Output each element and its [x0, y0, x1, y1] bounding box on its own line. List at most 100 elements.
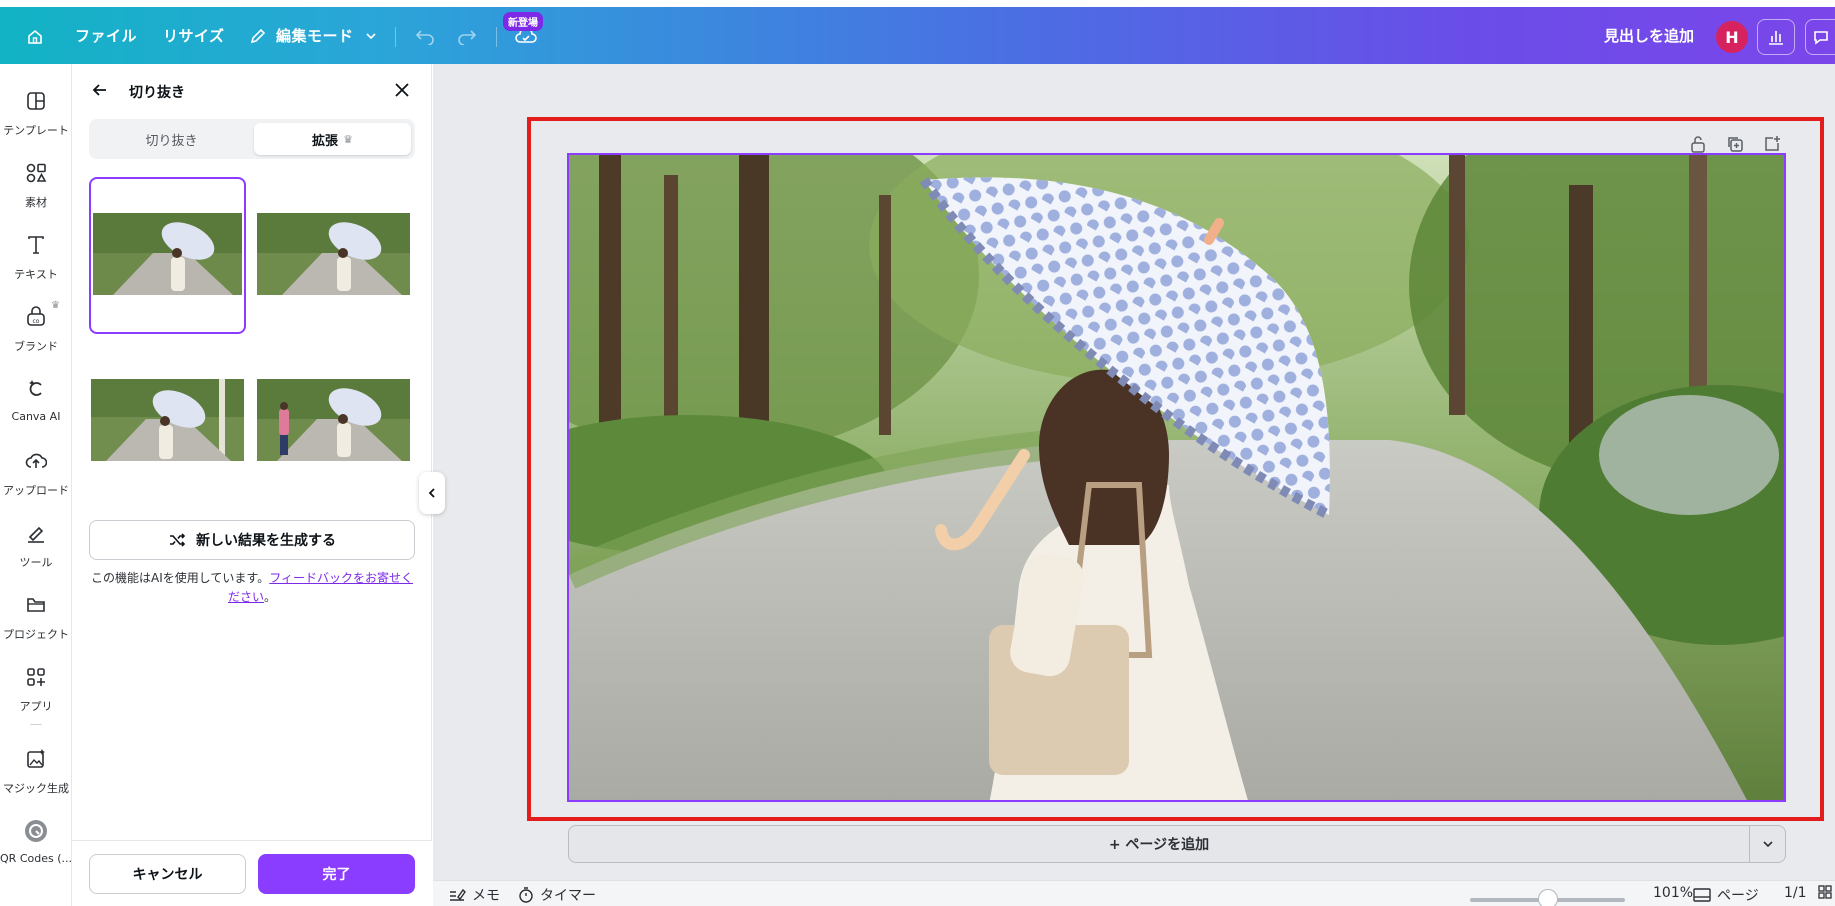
notes-icon — [450, 888, 466, 901]
zoom-slider-knob[interactable] — [1537, 889, 1558, 906]
chevron-down-icon — [1762, 841, 1773, 848]
crop-mode-tabs: 切り抜き 拡張 ♛ — [89, 119, 415, 159]
rail-item-qr-codes[interactable]: QR Codes (... — [0, 816, 72, 886]
panel-footer: キャンセル 完了 — [72, 840, 432, 906]
page-count: 1/1 — [1784, 885, 1807, 901]
top-bar: ファイル リサイズ 編集モード 新登場 見出しを追加 H — [0, 7, 1835, 64]
design-photo[interactable] — [567, 153, 1786, 802]
ai-notice-end: 。 — [264, 590, 277, 604]
photo-woman-with-umbrella — [569, 155, 1784, 800]
ai-notice-text: この機能はAIを使用しています。 — [91, 571, 270, 585]
rail-item-projects[interactable]: プロジェクト — [0, 590, 72, 660]
bar-chart-icon — [1769, 31, 1783, 45]
redo-button[interactable] — [454, 7, 480, 64]
rail-item-canva-ai[interactable]: Canva AI — [0, 374, 72, 444]
panel-title: 切り抜き — [129, 85, 185, 101]
home-button[interactable] — [22, 24, 48, 50]
timer-button[interactable]: タイマー — [518, 885, 596, 905]
timer-label: タイマー — [540, 888, 596, 904]
rail-label: アップロード — [3, 484, 69, 497]
duplicate-page-button[interactable] — [1724, 133, 1746, 155]
result-thumbnail-4[interactable] — [255, 343, 412, 500]
generate-new-results-button[interactable]: 新しい結果を生成する — [89, 520, 415, 560]
rail-label: 素材 — [25, 196, 47, 209]
add-heading-button[interactable]: 見出しを追加 — [1604, 7, 1694, 64]
elements-icon — [23, 160, 49, 186]
rail-label: テキスト — [14, 268, 58, 281]
zoom-readout[interactable]: 101% — [1653, 885, 1693, 901]
ai-notice: この機能はAIを使用しています。フィードバックをお寄せください。 — [89, 569, 415, 607]
rail-item-elements[interactable]: 素材 — [0, 158, 72, 228]
avatar[interactable]: H — [1716, 21, 1748, 53]
brand-icon: co — [23, 304, 49, 330]
generate-label: 新しい結果を生成する — [196, 533, 336, 549]
insights-button[interactable] — [1757, 19, 1795, 55]
notes-button[interactable]: メモ — [448, 885, 500, 905]
svg-text:co: co — [33, 318, 40, 325]
rail-label: マジック生成 — [3, 782, 69, 795]
duplicate-icon — [1728, 137, 1743, 152]
rail-item-magic-generate[interactable]: マジック生成 — [0, 744, 72, 814]
add-page-button[interactable]: + ページを追加 — [568, 825, 1750, 863]
result-thumbnail-1[interactable] — [89, 177, 246, 334]
result-thumbnail-3[interactable] — [89, 343, 246, 500]
menu-file[interactable]: ファイル — [75, 7, 137, 64]
rail-label: QR Codes (... — [0, 852, 72, 865]
collapse-panel-button[interactable] — [419, 472, 445, 514]
result-thumbnail-2[interactable] — [255, 177, 412, 334]
back-button[interactable] — [88, 78, 112, 102]
rail-item-tools[interactable]: ツール — [0, 518, 72, 588]
toolbar-divider — [496, 27, 497, 47]
rail-label: Canva AI — [11, 410, 61, 423]
qr-codes-icon — [23, 818, 49, 844]
pages-button[interactable]: ページ — [1693, 885, 1759, 905]
add-page-dropdown[interactable] — [1750, 825, 1786, 863]
chevron-left-icon — [428, 488, 435, 498]
edit-mode-label: 編集モード — [276, 27, 354, 45]
rail-label: ブランド — [14, 340, 58, 353]
bottom-bar: メモ タイマー 101% ページ 1/1 — [433, 880, 1835, 906]
redo-icon — [458, 29, 477, 45]
add-page-button-top[interactable] — [1761, 133, 1783, 155]
edit-mode-dropdown[interactable]: 編集モード — [248, 7, 378, 64]
rail-item-upload[interactable]: アップロード — [0, 446, 72, 516]
done-button[interactable]: 完了 — [258, 854, 415, 894]
result-image — [257, 379, 410, 461]
rail-item-text[interactable]: テキスト — [0, 230, 72, 300]
tools-icon — [23, 520, 49, 546]
comment-button[interactable] — [1805, 19, 1835, 55]
shuffle-icon — [170, 533, 186, 547]
tab-crop[interactable]: 切り抜き — [93, 123, 250, 155]
comment-icon — [1813, 31, 1828, 45]
undo-button[interactable] — [412, 7, 438, 64]
result-image — [93, 213, 242, 295]
result-image — [257, 213, 410, 295]
close-button[interactable] — [390, 78, 414, 102]
rail-label: アプリ — [19, 700, 53, 713]
crop-panel: 切り抜き 切り抜き 拡張 ♛ 新しい結果を生成する この機能はAIを使用していま… — [72, 64, 432, 906]
projects-icon — [23, 592, 49, 618]
magic-generate-icon — [23, 746, 49, 772]
result-image — [91, 379, 244, 461]
rail-divider — [30, 724, 42, 725]
cancel-button[interactable]: キャンセル — [89, 854, 246, 894]
menu-resize[interactable]: リサイズ — [163, 7, 225, 64]
rail-item-apps[interactable]: アプリ — [0, 662, 72, 732]
lock-page-button[interactable] — [1687, 133, 1709, 155]
rail-item-brand[interactable]: ♛ co ブランド — [0, 300, 72, 372]
close-icon — [395, 83, 409, 97]
crown-icon: ♛ — [343, 132, 353, 146]
canva-ai-icon — [23, 376, 49, 402]
arrow-left-icon — [92, 84, 106, 96]
pencil-icon — [250, 28, 266, 43]
add-page-icon — [1765, 136, 1780, 151]
left-rail: テンプレート 素材 テキスト ♛ co ブランド Canva AI アップロード… — [0, 64, 72, 906]
home-icon — [28, 29, 42, 44]
rail-item-template[interactable]: テンプレート — [0, 86, 72, 156]
tab-expand[interactable]: 拡張 ♛ — [254, 123, 411, 155]
chevron-down-icon — [365, 32, 376, 39]
rail-label: プロジェクト — [3, 628, 69, 641]
unlock-icon — [1691, 136, 1705, 153]
rail-label: ツール — [19, 556, 53, 569]
grid-view-button[interactable] — [1818, 885, 1832, 899]
